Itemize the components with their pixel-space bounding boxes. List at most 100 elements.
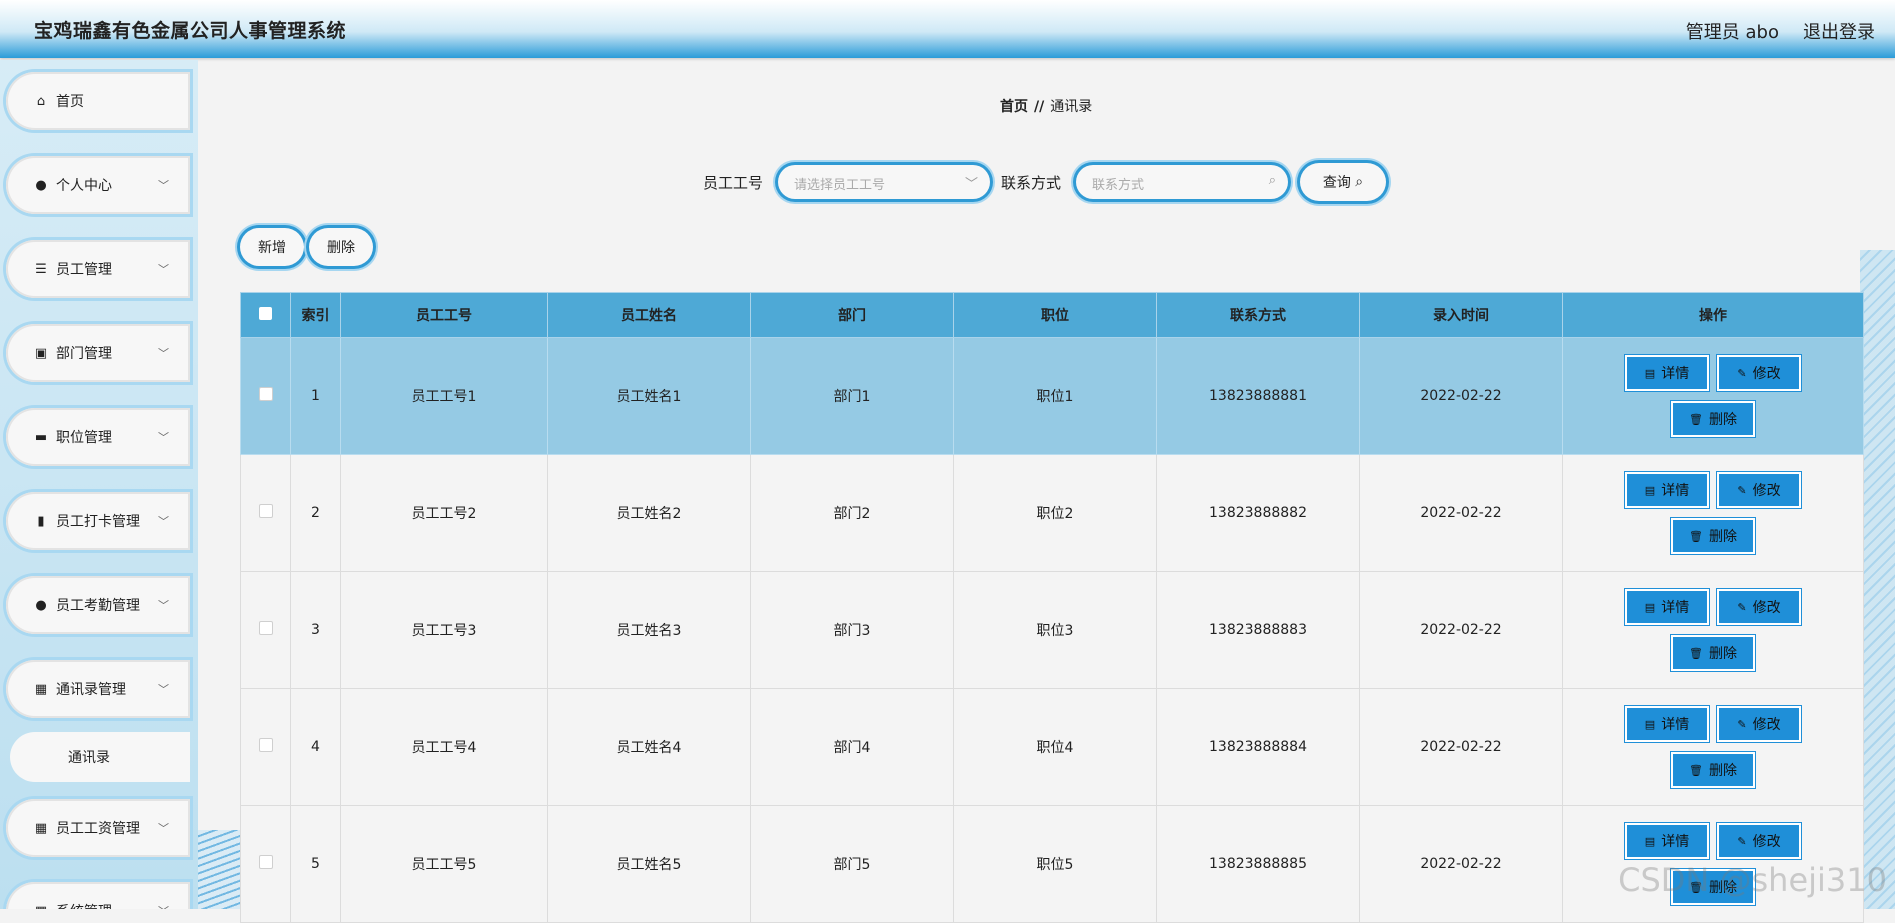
header-contact: 联系方式 [1156,292,1360,338]
row-delete-button[interactable]: 🗑 删除 [1673,403,1753,435]
edit-button[interactable]: ✎ 修改 [1719,591,1799,623]
ticket-icon: ▬ [34,429,48,445]
sidebar-item-contacts[interactable]: ▦ 通讯录管理 ﹀ [6,660,190,718]
edit-button[interactable]: ✎ 修改 [1719,708,1799,740]
query-button[interactable]: 查询 ⌕ [1300,163,1386,201]
sidebar-item-salary[interactable]: ▦ 员工工资管理 ﹀ [6,799,190,857]
sidebar-item-system[interactable]: ▦ 系统管理 ﹀ [6,882,190,909]
row-delete-button[interactable]: 🗑 删除 [1673,520,1753,552]
decorative-stripes-right [1860,250,1895,909]
header-position: 职位 [953,292,1157,338]
grid-icon: ▦ [32,904,50,910]
sidebar-subitem-contacts[interactable]: 通讯录 [10,732,190,782]
cell-entry-time: 2022-02-22 [1359,337,1563,455]
decorative-stripes-left [198,830,240,909]
clipboard-icon: ▣ [34,345,48,361]
cell-employee-no: 员工工号5 [340,805,548,923]
sidebar-item-department[interactable]: ▣ 部门管理 ﹀ [6,324,190,382]
delete-label: 删除 [1708,529,1737,545]
table-row[interactable]: 1 员工工号1 员工姓名1 部门1 职位1 13823888881 2022-0… [240,337,1864,455]
table-row[interactable]: 2 员工工号2 员工姓名2 部门2 职位2 13823888882 2022-0… [240,454,1864,572]
edit-button[interactable]: ✎ 修改 [1719,474,1799,506]
sidebar-item-home[interactable]: ⌂ 首页 [6,72,190,130]
contact-input[interactable]: 联系方式 ⌕ [1076,165,1288,199]
table-row[interactable]: 4 员工工号4 员工姓名4 部门4 职位4 13823888884 2022-0… [240,688,1864,806]
logout-link[interactable]: 退出登录 [1803,18,1875,44]
sidebar-item-label: 通讯录管理 [56,682,126,698]
admin-user[interactable]: 管理员 abo [1686,18,1779,44]
cell-contact: 13823888884 [1156,688,1360,806]
detail-button[interactable]: ▤ 详情 [1627,357,1707,389]
row-checkbox[interactable] [258,621,273,635]
document-icon: ▤ [1644,483,1656,497]
document-icon: ▤ [1644,834,1656,848]
cell-department: 部门5 [750,805,954,923]
row-delete-button[interactable]: 🗑 删除 [1673,754,1753,786]
table-row[interactable]: 3 员工工号3 员工姓名3 部门3 职位3 13823888883 2022-0… [240,571,1864,689]
cell-operations: ▤ 详情 ✎ 修改 🗑 删除 [1562,454,1864,572]
edit-icon: ✎ [1737,366,1747,380]
sidebar-item-personal-center[interactable]: ● 个人中心 ﹀ [6,156,190,214]
header-employee-no: 员工工号 [340,292,548,338]
cell-operations: ▤ 详情 ✎ 修改 🗑 删除 [1562,688,1864,806]
row-checkbox[interactable] [258,855,273,869]
row-delete-button[interactable]: 🗑 删除 [1673,637,1753,669]
breadcrumb-current: 通讯录 [1050,99,1093,115]
row-checkbox[interactable] [258,387,273,401]
sidebar-item-employee[interactable]: ☰ 员工管理 ﹀ [6,240,190,298]
sidebar-item-label: 系统管理 [56,901,158,909]
edit-button[interactable]: ✎ 修改 [1719,825,1799,857]
cell-department: 部门3 [750,571,954,689]
breadcrumb-home[interactable]: 首页 [1000,99,1028,115]
edit-icon: ✎ [1737,483,1747,497]
edit-button[interactable]: ✎ 修改 [1719,357,1799,389]
cell-contact: 13823888882 [1156,454,1360,572]
chevron-down-icon: ﹀ [964,177,978,192]
sidebar-item-clock-in[interactable]: ▮ 员工打卡管理 ﹀ [6,492,190,550]
search-icon: ⌕ [1355,174,1364,190]
sidebar-item-label: 员工打卡管理 [56,514,140,530]
contacts-table: 索引 员工工号 员工姓名 部门 职位 联系方式 录入时间 操作 1 员工工号1 … [240,292,1864,923]
detail-button[interactable]: ▤ 详情 [1627,591,1707,623]
row-select-cell[interactable] [240,571,291,689]
row-checkbox[interactable] [258,738,273,752]
detail-button[interactable]: ▤ 详情 [1627,825,1707,857]
delete-button[interactable]: 删除 [309,228,373,266]
cell-entry-time: 2022-02-22 [1359,571,1563,689]
cell-position: 职位2 [953,454,1157,572]
edit-label: 修改 [1752,717,1781,733]
add-button[interactable]: 新增 [240,228,304,266]
chevron-down-icon: ﹀ [158,903,180,909]
sidebar-item-label: 员工考勤管理 [56,598,140,614]
cell-index: 2 [290,454,341,572]
cell-employee-name: 员工姓名4 [547,688,751,806]
cell-contact: 13823888881 [1156,337,1360,455]
detail-label: 详情 [1661,600,1690,616]
grid-icon: ▦ [34,820,48,836]
trash-icon: 🗑 [1689,529,1703,543]
sidebar-item-label: 部门管理 [56,346,112,362]
row-select-cell[interactable] [240,337,291,455]
detail-button[interactable]: ▤ 详情 [1627,474,1707,506]
delete-label: 删除 [1708,412,1737,428]
row-select-cell[interactable] [240,454,291,572]
select-all-checkbox[interactable] [259,306,272,320]
sidebar-item-position[interactable]: ▬ 职位管理 ﹀ [6,408,190,466]
employee-no-select[interactable]: 请选择员工工号 ﹀ [778,165,990,199]
document-icon: ▤ [1644,366,1656,380]
breadcrumb: 首页 // 通讯录 [1000,96,1092,116]
cell-index: 4 [290,688,341,806]
edit-label: 修改 [1752,366,1781,382]
delete-button-label: 删除 [327,240,355,256]
row-checkbox[interactable] [258,504,273,518]
sidebar-item-label: 员工工资管理 [56,821,140,837]
detail-button[interactable]: ▤ 详情 [1627,708,1707,740]
select-all-cell[interactable] [240,292,291,338]
row-select-cell[interactable] [240,805,291,923]
cell-index: 1 [290,337,341,455]
sidebar-item-attendance[interactable]: ● 员工考勤管理 ﹀ [6,576,190,634]
sidebar: ⌂ 首页 ● 个人中心 ﹀ ☰ 员工管理 ﹀ ▣ 部门管理 ﹀ ▬ 职位管理 ﹀… [0,60,198,909]
sidebar-item-label: 职位管理 [56,430,112,446]
row-select-cell[interactable] [240,688,291,806]
cell-employee-no: 员工工号3 [340,571,548,689]
